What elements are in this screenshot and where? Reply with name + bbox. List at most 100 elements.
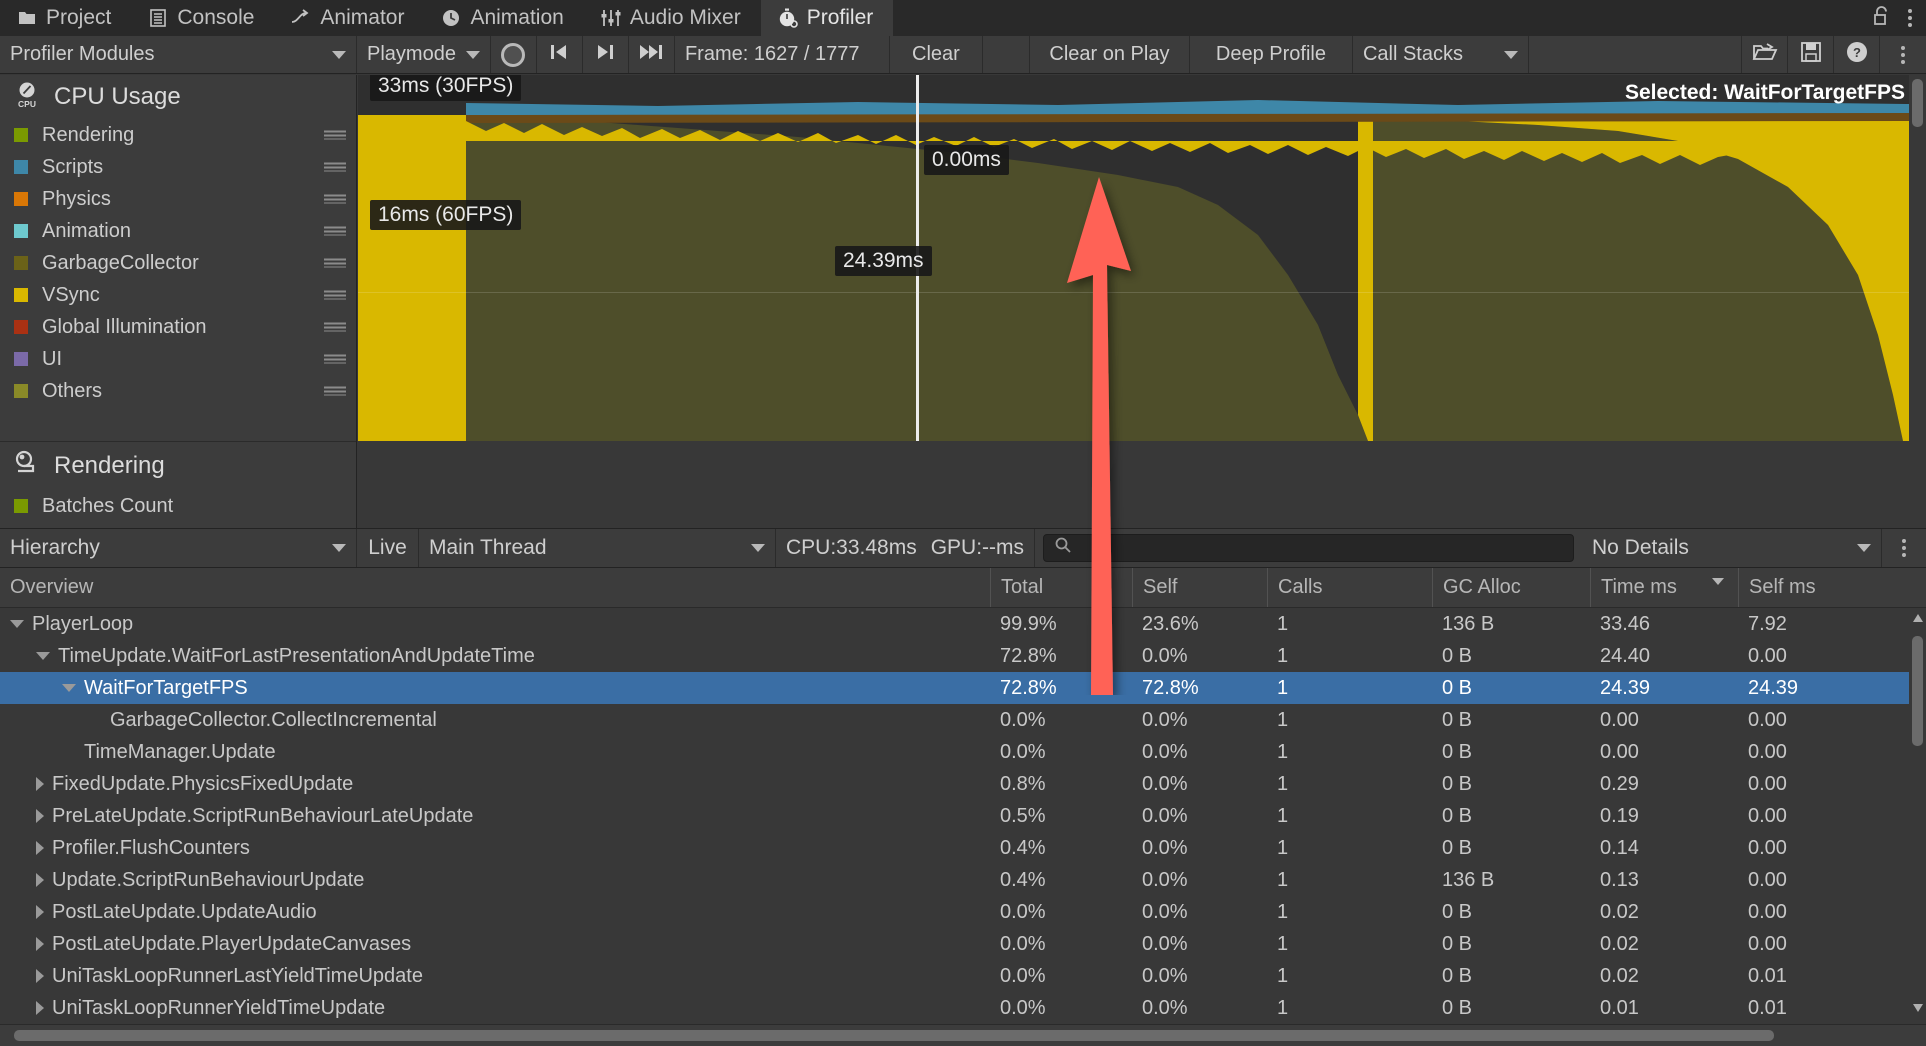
expand-toggle-closed-icon[interactable] — [36, 937, 44, 951]
hierarchy-view-dropdown[interactable]: Hierarchy — [0, 529, 357, 567]
clear-on-play-toggle[interactable]: Clear on Play — [1030, 36, 1190, 73]
module-header-cpu-usage[interactable]: CPU CPU Usage — [0, 75, 356, 119]
toolbar-gap — [983, 36, 1030, 73]
expand-toggle-closed-icon[interactable] — [36, 873, 44, 887]
hierarchy-table-body[interactable]: PlayerLoop 99.9% 23.6% 1 136 B 33.46 7.92 TimeU… — [0, 608, 1926, 1018]
lock-open-icon[interactable] — [1872, 5, 1892, 32]
drag-handle-icon[interactable] — [324, 290, 346, 300]
drag-handle-icon[interactable] — [324, 258, 346, 268]
table-row[interactable]: UniTaskLoopRunnerLastYieldTimeUpdate 0.0%… — [0, 960, 1926, 992]
table-row[interactable]: PostLateUpdate.PlayerUpdateCanvases 0.0% 0… — [0, 928, 1926, 960]
column-header-calls[interactable]: Calls — [1267, 568, 1432, 607]
table-row[interactable]: Update.ScriptRunBehaviourUpdate 0.4% 0.0% 1… — [0, 864, 1926, 896]
load-profile-button[interactable] — [1742, 36, 1788, 73]
save-profile-button[interactable] — [1788, 36, 1834, 73]
expand-toggle-closed-icon[interactable] — [36, 905, 44, 919]
tab-animation[interactable]: Animation — [424, 0, 583, 36]
search-field[interactable] — [1080, 537, 1563, 559]
profiler-modules-dropdown[interactable]: Profiler Modules — [0, 36, 357, 73]
scrollbar-thumb[interactable] — [14, 1030, 1774, 1041]
module-item-batches-count[interactable]: Batches Count — [0, 490, 356, 522]
last-frame-icon — [638, 42, 664, 68]
column-header-overview[interactable]: Overview — [0, 568, 990, 607]
deep-profile-toggle[interactable]: Deep Profile — [1190, 36, 1353, 73]
tab-project[interactable]: Project — [0, 0, 131, 36]
scroll-up-arrow-icon[interactable] — [1913, 614, 1923, 622]
table-row[interactable]: PlayerLoop 99.9% 23.6% 1 136 B 33.46 7.92 — [0, 608, 1926, 640]
drag-handle-icon[interactable] — [324, 162, 346, 172]
expand-toggle-closed-icon[interactable] — [36, 1001, 44, 1015]
playmode-dropdown[interactable]: Playmode — [357, 36, 491, 73]
table-row[interactable]: TimeUpdate.WaitForLastPresentationAndUpd… — [0, 640, 1926, 672]
clear-button[interactable]: Clear — [890, 36, 983, 73]
record-button[interactable] — [491, 36, 537, 73]
scrollbar-thumb[interactable] — [1912, 79, 1923, 127]
last-frame-button[interactable] — [629, 36, 675, 73]
expand-toggle-closed-icon[interactable] — [36, 969, 44, 983]
table-row[interactable]: TimeManager.Update 0.0% 0.0% 1 0 B 0.00 0.00 — [0, 736, 1926, 768]
column-label: Total — [1001, 576, 1044, 598]
table-horizontal-scrollbar[interactable] — [0, 1024, 1926, 1046]
chart-vertical-scrollbar[interactable] — [1909, 75, 1926, 441]
expand-toggle-closed-icon[interactable] — [36, 809, 44, 823]
module-item-ui[interactable]: UI — [0, 343, 356, 375]
details-dropdown[interactable]: No Details — [1582, 529, 1882, 567]
column-header-self-ms[interactable]: Self ms — [1738, 568, 1908, 607]
search-input[interactable] — [1043, 534, 1574, 562]
expand-toggle-placeholder — [88, 720, 102, 721]
expand-toggle-closed-icon[interactable] — [36, 841, 44, 855]
scroll-down-arrow-icon[interactable] — [1913, 1004, 1923, 1012]
table-row[interactable]: FixedUpdate.PhysicsFixedUpdate 0.8% 0.0% 1 0… — [0, 768, 1926, 800]
module-item-global-illumination[interactable]: Global Illumination — [0, 311, 356, 343]
table-row[interactable]: GarbageCollector.CollectIncremental 0.0% 0… — [0, 704, 1926, 736]
thread-dropdown[interactable]: Main Thread — [419, 529, 776, 567]
hierarchy-more-button[interactable] — [1882, 529, 1926, 567]
table-row[interactable]: UniTaskLoopRunnerYieldTimeUpdate 0.0% 0.0%… — [0, 992, 1926, 1018]
table-row[interactable]: Profiler.FlushCounters 0.4% 0.0% 1 0 B 0.14 0.… — [0, 832, 1926, 864]
table-cell-calls: 1 — [1277, 676, 1289, 699]
table-row[interactable]: PostLateUpdate.UpdateAudio 0.0% 0.0% 1 0 B 0.… — [0, 896, 1926, 928]
first-frame-button[interactable] — [537, 36, 583, 73]
module-item-garbagecollector[interactable]: GarbageCollector — [0, 247, 356, 279]
table-cell-gc: 136 B — [1442, 868, 1495, 891]
column-header-time-ms[interactable]: Time ms — [1590, 568, 1738, 607]
toolbar-more-button[interactable] — [1880, 36, 1926, 73]
hierarchy-view-label: Hierarchy — [10, 536, 100, 559]
column-label: Calls — [1278, 576, 1323, 598]
tab-profiler[interactable]: Profiler — [760, 0, 894, 36]
help-button[interactable]: ? — [1834, 36, 1880, 73]
table-row[interactable]: PreLateUpdate.ScriptRunBehaviourLateUpda… — [0, 800, 1926, 832]
expand-toggle-open-icon[interactable] — [10, 620, 24, 628]
column-header-self[interactable]: Self — [1132, 568, 1267, 607]
expand-toggle-open-icon[interactable] — [62, 684, 76, 692]
module-item-physics[interactable]: Physics — [0, 183, 356, 215]
next-frame-button[interactable] — [583, 36, 629, 73]
drag-handle-icon[interactable] — [324, 322, 346, 332]
module-header-rendering[interactable]: Rendering — [0, 442, 356, 490]
drag-handle-icon[interactable] — [324, 226, 346, 236]
table-cell-time: 0.00 — [1600, 708, 1639, 731]
tab-animator[interactable]: Animator — [274, 0, 424, 36]
drag-handle-icon[interactable] — [324, 386, 346, 396]
tab-audio-mixer[interactable]: Audio Mixer — [584, 0, 761, 36]
tab-console[interactable]: Console — [131, 0, 274, 36]
module-item-others[interactable]: Others — [0, 375, 356, 407]
table-row[interactable]: WaitForTargetFPS 72.8% 72.8% 1 0 B 24.39 24.39 — [0, 672, 1926, 704]
module-item-vsync[interactable]: VSync — [0, 279, 356, 311]
cpu-usage-chart[interactable]: 33ms (30FPS) 16ms (60FPS) 0.00ms 24.39ms… — [358, 75, 1909, 441]
expand-toggle-open-icon[interactable] — [36, 652, 50, 660]
column-header-gc-alloc[interactable]: GC Alloc — [1432, 568, 1590, 607]
drag-handle-icon[interactable] — [324, 194, 346, 204]
drag-handle-icon[interactable] — [324, 354, 346, 364]
module-item-scripts[interactable]: Scripts — [0, 151, 356, 183]
column-header-total[interactable]: Total — [990, 568, 1132, 607]
table-vertical-scrollbar[interactable] — [1909, 608, 1926, 1018]
module-item-animation[interactable]: Animation — [0, 215, 356, 247]
drag-handle-icon[interactable] — [324, 130, 346, 140]
module-item-rendering[interactable]: Rendering — [0, 119, 356, 151]
call-stacks-dropdown[interactable]: Call Stacks — [1353, 36, 1529, 73]
live-toggle[interactable]: Live — [357, 529, 419, 567]
expand-toggle-closed-icon[interactable] — [36, 777, 44, 791]
kebab-menu-icon[interactable] — [1908, 9, 1912, 27]
scrollbar-thumb[interactable] — [1912, 636, 1923, 746]
